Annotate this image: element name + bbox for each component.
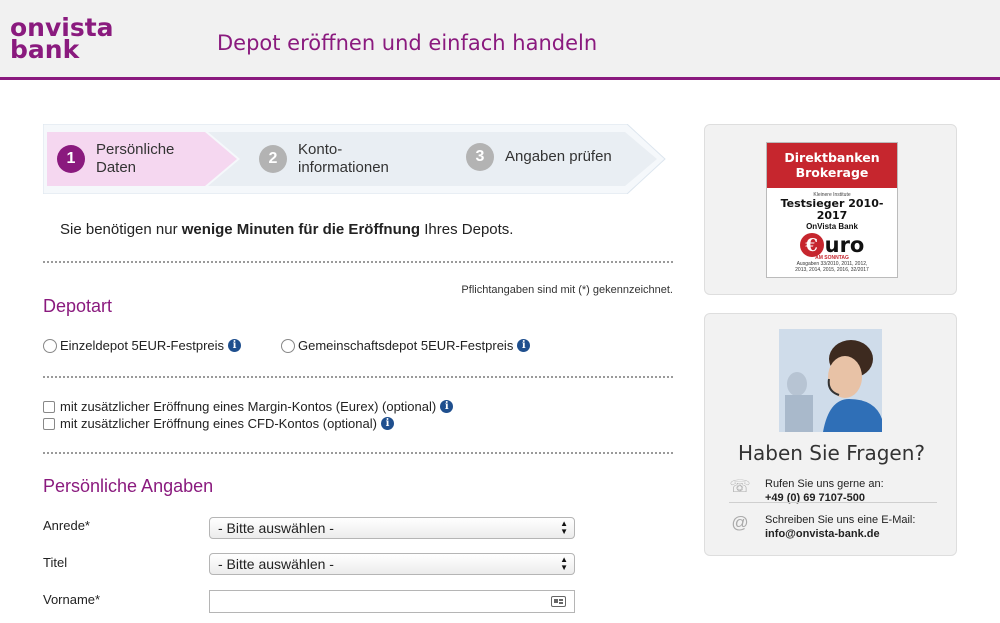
email-address[interactable]: info@onvista-bank.de	[765, 528, 880, 540]
step-2-label: Konto- informationen	[298, 141, 389, 176]
required-fields-note: Pflichtangaben sind mit (*) gekennzeichn…	[461, 284, 673, 296]
checkbox[interactable]	[43, 417, 55, 430]
step-progress: 1 Persönliche Daten 2 Konto- information…	[43, 124, 669, 194]
anrede-select[interactable]: - Bitte auswählen - ▲ ▼	[209, 517, 575, 539]
award-panel: Direktbanken Brokerage Kleinere Institut…	[704, 124, 957, 295]
titel-selected-value: - Bitte auswählen -	[218, 556, 334, 572]
titel-label: Titel	[43, 555, 68, 570]
select-arrows-icon: ▲ ▼	[560, 519, 568, 536]
checkbox-cfd-konto[interactable]: mit zusätzlicher Eröffnung eines CFD-Kon…	[43, 416, 394, 431]
info-icon[interactable]: i	[440, 400, 454, 413]
radio-label[interactable]: Gemeinschaftsdepot 5EUR-Festpreis	[298, 338, 513, 353]
checkbox-label[interactable]: mit zusätzlicher Eröffnung eines Margin-…	[60, 399, 436, 414]
step-1-label: Persönliche Daten	[96, 141, 175, 176]
step-2-number: 2	[259, 145, 287, 173]
checkbox[interactable]	[43, 400, 55, 413]
badge-winner: Testsieger 2010-2017	[780, 197, 884, 222]
step-1-personal-data[interactable]: 1 Persönliche Daten	[57, 124, 174, 194]
step-3-review[interactable]: 3 Angaben prüfen	[466, 122, 612, 192]
depotart-title: Depotart	[43, 296, 113, 316]
checkbox-label[interactable]: mit zusätzlicher Eröffnung eines CFD-Kon…	[60, 416, 377, 431]
help-title: Haben Sie Fragen?	[737, 441, 926, 465]
radio-label[interactable]: Einzeldepot 5EUR-Festpreis	[60, 338, 224, 353]
phone-contact[interactable]: ☏ Rufen Sie uns gerne an: +49 (0) 69 710…	[729, 477, 937, 505]
intro-text: Sie benötigen nur wenige Minuten für die…	[60, 221, 514, 238]
contact-divider	[729, 502, 937, 503]
anrede-selected-value: - Bitte auswählen -	[218, 520, 334, 536]
vorname-label: Vorname*	[43, 592, 101, 607]
radio-button[interactable]	[43, 338, 57, 353]
titel-select[interactable]: - Bitte auswählen - ▲ ▼	[209, 553, 575, 575]
badge-header: Direktbanken Brokerage	[767, 143, 897, 188]
logo-line2: bank	[10, 35, 80, 64]
radio-button[interactable]	[281, 338, 295, 353]
vorname-input[interactable]	[209, 590, 575, 613]
badge-years: Ausgaben 33/2010, 2011, 2012, 2013, 2014…	[795, 261, 869, 273]
radio-gemeinschaftsdepot[interactable]: Gemeinschaftsdepot 5EUR-Festpreis i	[281, 338, 531, 353]
help-panel: Haben Sie Fragen? ☏ Rufen Sie uns gerne …	[704, 313, 957, 556]
phone-label: Rufen Sie uns gerne an:	[765, 478, 884, 490]
anrede-label: Anrede*	[43, 518, 90, 533]
dotted-divider	[43, 261, 673, 263]
personal-details-title: Persönliche Angaben	[43, 476, 214, 496]
step-2-account-info[interactable]: 2 Konto- informationen	[259, 124, 389, 194]
info-icon[interactable]: i	[228, 339, 242, 352]
radio-einzeldepot[interactable]: Einzeldepot 5EUR-Festpreis i	[43, 338, 242, 353]
email-contact[interactable]: @ Schreiben Sie uns eine E-Mail: info@on…	[729, 513, 937, 541]
step-3-label: Angaben prüfen	[505, 148, 612, 165]
email-label: Schreiben Sie uns eine E-Mail:	[765, 514, 916, 526]
onvista-bank-logo[interactable]: onvista bank	[10, 15, 114, 64]
info-icon[interactable]: i	[380, 417, 394, 430]
dotted-divider	[43, 376, 673, 378]
dotted-divider	[43, 452, 673, 454]
contact-card-icon	[551, 596, 566, 607]
badge-bank: OnVista Bank	[806, 222, 858, 231]
page-header: onvista bank Depot eröffnen und einfach …	[0, 0, 1000, 80]
checkbox-margin-konto[interactable]: mit zusätzlicher Eröffnung eines Margin-…	[43, 399, 454, 414]
support-agent-photo	[779, 329, 882, 432]
header-title: Depot eröffnen und einfach handeln	[217, 31, 598, 55]
at-icon: @	[731, 513, 749, 532]
select-arrows-icon: ▲ ▼	[560, 555, 568, 572]
info-icon[interactable]: i	[517, 339, 531, 352]
phone-icon: ☏	[729, 477, 751, 496]
testsieger-badge: Direktbanken Brokerage Kleinere Institut…	[766, 142, 898, 278]
step-1-number: 1	[57, 145, 85, 173]
step-3-number: 3	[466, 143, 494, 171]
